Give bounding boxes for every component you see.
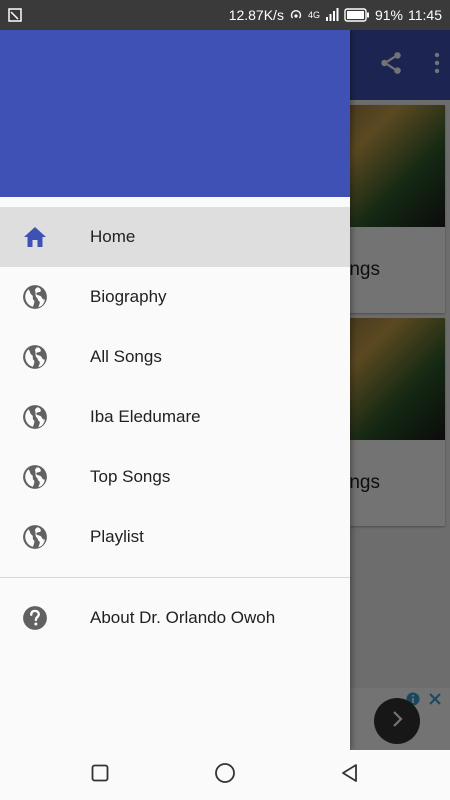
network-speed: 12.87K/s [228, 7, 284, 23]
drawer-item-label: Iba Eledumare [90, 407, 201, 426]
drawer-item-label: Home [90, 227, 136, 246]
drawer-item-home[interactable]: Home [0, 207, 350, 267]
network-type: 4G [307, 9, 320, 20]
signal-icon [325, 8, 339, 22]
drawer-item-playlist[interactable]: Playlist [0, 507, 350, 567]
globe-icon [22, 284, 48, 310]
drawer-header [0, 30, 350, 197]
drawer-item-top-songs[interactable]: Top Songs [0, 447, 350, 507]
screenshot-notification-icon [8, 8, 22, 22]
drawer-item-label: Playlist [90, 527, 144, 546]
system-nav-bar [0, 750, 450, 800]
drawer-item-biography[interactable]: Biography [0, 267, 350, 327]
home-icon [22, 224, 48, 250]
drawer-divider [0, 577, 350, 578]
globe-icon [22, 344, 48, 370]
drawer-item-iba-eledumare[interactable]: Iba Eledumare [0, 387, 350, 447]
drawer-item-all-songs[interactable]: All Songs [0, 327, 350, 387]
status-bar: 12.87K/s 4G 91% 11:45 [0, 0, 450, 30]
square-icon [91, 764, 109, 787]
help-icon [22, 605, 48, 631]
clock: 11:45 [408, 7, 442, 23]
drawer-item-label: About Dr. Orlando Owoh [90, 608, 276, 627]
drawer-item-label: Top Songs [90, 467, 171, 486]
battery-icon [344, 8, 370, 22]
globe-icon [22, 404, 48, 430]
navigation-drawer: Home Biography All Songs Iba Eledumare T [0, 30, 350, 750]
triangle-back-icon [340, 763, 360, 788]
drawer-item-about[interactable]: About Dr. Orlando Owoh [0, 588, 350, 648]
drawer-item-label: Biography [90, 287, 167, 306]
globe-icon [22, 464, 48, 490]
hotspot-icon [289, 8, 303, 22]
back-button[interactable] [288, 763, 413, 788]
recents-button[interactable] [38, 764, 163, 787]
home-button[interactable] [163, 762, 288, 789]
globe-icon [22, 524, 48, 550]
battery-percent: 91% [374, 7, 403, 23]
drawer-menu: Home Biography All Songs Iba Eledumare T [0, 197, 350, 648]
drawer-item-label: All Songs [90, 347, 162, 366]
circle-icon [214, 762, 236, 789]
